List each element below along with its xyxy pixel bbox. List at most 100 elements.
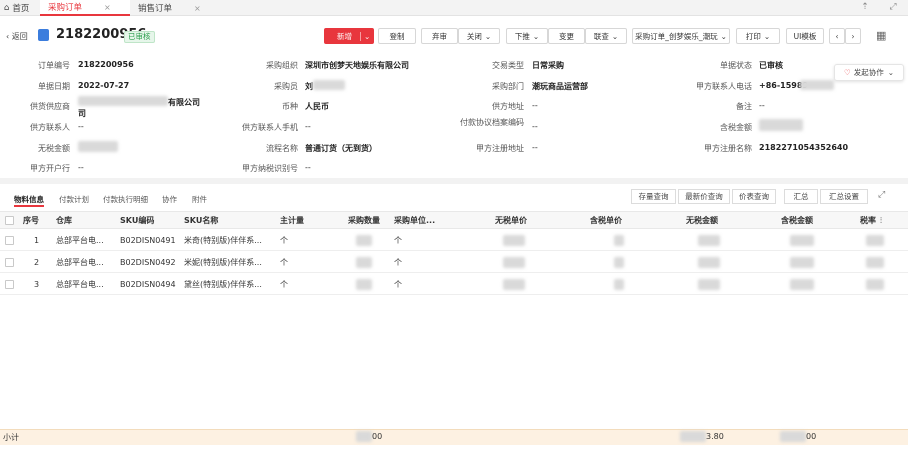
col-tax-excl-price[interactable]: 无税单价 bbox=[495, 212, 527, 229]
supplier-label: 供货供应商 bbox=[30, 102, 70, 111]
abandon-approval-button[interactable]: 弃审 bbox=[421, 28, 458, 44]
buyer-label: 采购员 bbox=[274, 82, 298, 91]
close-icon[interactable]: × bbox=[194, 4, 201, 13]
party-a-tax-no-value: -- bbox=[305, 163, 311, 172]
redacted-cell bbox=[503, 279, 525, 290]
active-tab-indicator bbox=[14, 205, 44, 207]
status-badge: 已审核 bbox=[124, 31, 155, 43]
col-unit[interactable]: 主计量 bbox=[280, 212, 304, 229]
row-checkbox[interactable] bbox=[5, 229, 14, 251]
fullscreen-icon[interactable]: ⤢ bbox=[886, 2, 900, 14]
buyer-value: 刘 bbox=[305, 82, 313, 91]
document-icon bbox=[38, 29, 49, 41]
process-label: 流程名称 bbox=[266, 144, 298, 153]
purchase-org-label: 采购组织 bbox=[266, 61, 298, 70]
trade-type-label: 交易类型 bbox=[492, 61, 524, 70]
row-warehouse: 总部平台电... bbox=[56, 257, 104, 267]
select-all-checkbox[interactable] bbox=[5, 212, 14, 229]
close-button[interactable]: 关闭 ⌄ bbox=[458, 28, 500, 44]
change-button[interactable]: 变更 bbox=[548, 28, 585, 44]
print-template-select[interactable]: 采购订单_创梦娱乐_潮玩 ⌄ bbox=[632, 28, 730, 44]
redacted-cell bbox=[503, 257, 525, 268]
new-button[interactable]: 新增 ⌄ bbox=[324, 28, 374, 44]
redacted-cell bbox=[356, 235, 372, 246]
supplier-value: 有限公司 bbox=[168, 98, 200, 107]
row-seq: 3 bbox=[34, 279, 40, 289]
party-a-reg-address-label: 甲方注册地址 bbox=[476, 144, 524, 153]
price-list-query-button[interactable]: 价表查询 bbox=[732, 189, 776, 204]
tab-purchase-order[interactable]: 采购订单 × bbox=[40, 0, 130, 16]
col-tax-incl-price[interactable]: 含税单价 bbox=[590, 212, 622, 229]
col-tax-rate[interactable]: 税率 bbox=[860, 212, 876, 229]
order-no-label: 订单编号 bbox=[38, 61, 70, 70]
chevron-left-icon: ‹ bbox=[6, 32, 10, 41]
section-divider bbox=[0, 178, 908, 184]
calendar-icon[interactable]: ▦ bbox=[876, 29, 886, 42]
register-button[interactable]: 登制 bbox=[378, 28, 416, 44]
column-settings-icon[interactable]: ⫶ bbox=[880, 212, 882, 229]
tab-payment-execution[interactable]: 付款执行明细 bbox=[103, 194, 148, 205]
row-checkbox[interactable] bbox=[5, 273, 14, 295]
doc-date-value: 2022-07-27 bbox=[78, 81, 130, 90]
redacted-cell bbox=[790, 257, 814, 268]
row-purchase-unit: 个 bbox=[394, 279, 402, 289]
tab-payment-plan[interactable]: 付款计划 bbox=[59, 194, 89, 205]
print-button[interactable]: 打印 ⌄ bbox=[736, 28, 780, 44]
subtotal-row bbox=[0, 429, 908, 445]
purchase-dept-value: 潮玩商品运营部 bbox=[532, 82, 588, 91]
redacted-tax-incl-amount bbox=[759, 119, 803, 131]
close-icon[interactable]: × bbox=[104, 3, 111, 12]
col-tax-excl-amount[interactable]: 无税金额 bbox=[686, 212, 718, 229]
col-warehouse[interactable]: 仓库 bbox=[56, 212, 72, 229]
summary-button[interactable]: 汇总 bbox=[784, 189, 818, 204]
supplier-contact-label: 供方联系人 bbox=[30, 123, 70, 132]
col-sku-name[interactable]: SKU名称 bbox=[184, 212, 218, 229]
redacted-cell bbox=[866, 235, 884, 246]
tab-home[interactable]: ⌂ 首页 bbox=[4, 0, 40, 16]
back-button[interactable]: ‹ 返回 bbox=[6, 31, 28, 42]
process-value: 普通订货（无到货） bbox=[305, 144, 377, 153]
party-a-bank-value: -- bbox=[78, 163, 84, 172]
tab-material-info[interactable]: 物料信息 bbox=[14, 194, 44, 205]
col-sku-code[interactable]: SKU编码 bbox=[120, 212, 154, 229]
redacted-phone bbox=[800, 80, 834, 90]
party-a-tax-no-label: 甲方纳税识别号 bbox=[242, 164, 298, 173]
redacted-cell bbox=[614, 257, 624, 268]
supplier-contact-value: -- bbox=[78, 122, 84, 131]
summary-settings-button[interactable]: 汇总设置 bbox=[820, 189, 868, 204]
tab-attachments[interactable]: 附件 bbox=[192, 194, 207, 205]
chevron-down-icon[interactable]: ⌄ bbox=[360, 31, 370, 41]
pin-icon[interactable]: ⇡ bbox=[858, 2, 872, 14]
tab-collaboration[interactable]: 协作 bbox=[162, 194, 177, 205]
supplier-address-value: -- bbox=[532, 101, 538, 110]
payment-archive-label: 付款协议档案编码 bbox=[460, 118, 524, 127]
redacted-cell bbox=[614, 235, 624, 246]
tab-sales-order[interactable]: 销售订单 × bbox=[134, 0, 220, 16]
col-seq[interactable]: 序号 bbox=[23, 212, 39, 229]
col-purchase-unit[interactable]: 采购单位... bbox=[394, 212, 435, 229]
link-query-button[interactable]: 联查 ⌄ bbox=[585, 28, 627, 44]
start-collaboration-button[interactable]: ♡ 发起协作 ⌄ bbox=[834, 64, 904, 81]
next-record-button[interactable]: › bbox=[845, 28, 861, 44]
redacted-cell bbox=[356, 279, 372, 290]
prev-record-button[interactable]: ‹ bbox=[829, 28, 845, 44]
ui-template-button[interactable]: UI模板 bbox=[786, 28, 824, 44]
col-purchase-qty[interactable]: 采购数量 bbox=[348, 212, 380, 229]
col-tax-incl-amount[interactable]: 含税金额 bbox=[781, 212, 813, 229]
redacted-amount bbox=[78, 141, 118, 152]
row-purchase-unit: 个 bbox=[394, 257, 402, 267]
redacted-cell bbox=[790, 279, 814, 290]
redacted-buyer bbox=[313, 80, 345, 90]
stock-query-button[interactable]: 存量查询 bbox=[631, 189, 676, 204]
redacted-supplier bbox=[78, 96, 168, 106]
latest-price-query-button[interactable]: 最新价查询 bbox=[678, 189, 730, 204]
supplier-contact-phone-label: 供方联系人手机 bbox=[242, 123, 298, 132]
chevron-left-icon: ‹ bbox=[835, 31, 839, 41]
row-checkbox[interactable] bbox=[5, 251, 14, 273]
push-down-button[interactable]: 下推 ⌄ bbox=[506, 28, 548, 44]
expand-icon[interactable]: ⤢ bbox=[878, 190, 885, 200]
redacted-cell bbox=[614, 279, 624, 290]
chevron-down-icon: ⌄ bbox=[611, 31, 619, 41]
tax-excl-amount-label: 无税金额 bbox=[38, 144, 70, 153]
redacted-cell bbox=[356, 257, 372, 268]
